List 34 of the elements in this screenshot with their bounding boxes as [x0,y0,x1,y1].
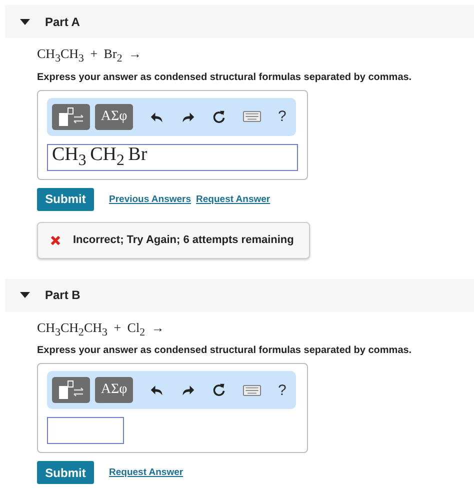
part-header[interactable]: Part A [5,5,474,38]
equation: CH$_{3}$CH$_{2}$CH$_{3}$ + Cl$_{2}$ → [37,320,164,338]
template-button[interactable] [52,104,90,130]
instruction: Express your answer as condensed structural formulas separated by commas. [37,345,412,356]
template-button[interactable] [52,377,90,404]
redo-icon[interactable] [181,383,195,398]
answer-link[interactable]: Request Answer [196,194,270,205]
submit-button[interactable]: Submit [37,461,94,484]
submit-button[interactable]: Submit [37,188,94,211]
answer-field[interactable] [47,417,124,444]
undo-icon[interactable] [150,110,164,124]
template-icon [58,380,84,400]
instruction: Express your answer as condensed structural formulas separated by commas. [37,72,412,83]
symbols-button[interactable]: ΑΣφ [95,377,133,404]
caret-icon[interactable] [20,18,30,24]
part-title: Part B [45,288,80,302]
answer-link[interactable]: Previous Answers [109,194,192,205]
help-button[interactable]: ? [278,377,286,404]
keyboard-icon[interactable] [243,111,261,122]
symbols-button[interactable]: ΑΣφ [95,104,133,130]
template-icon [58,106,84,127]
reset-icon[interactable] [212,383,226,398]
feedback-text: Incorrect; Try Again; 6 attempts remaining [73,234,294,246]
reset-icon[interactable] [212,110,226,124]
help-button[interactable]: ? [278,104,286,130]
cross-icon [50,234,61,246]
keyboard-icon[interactable] [243,384,261,396]
part-header[interactable]: Part B [5,278,474,312]
answer-link[interactable]: Request Answer [109,467,184,478]
caret-icon[interactable] [20,292,30,298]
equation: CH$_{3}$CH$_{3}$ + Br$_{2}$ → [37,46,142,65]
part-title: Part A [45,14,80,28]
answer-field[interactable]: CH$_{3}$ CH$_{2}$ Br [47,144,298,171]
undo-icon[interactable] [150,383,164,398]
